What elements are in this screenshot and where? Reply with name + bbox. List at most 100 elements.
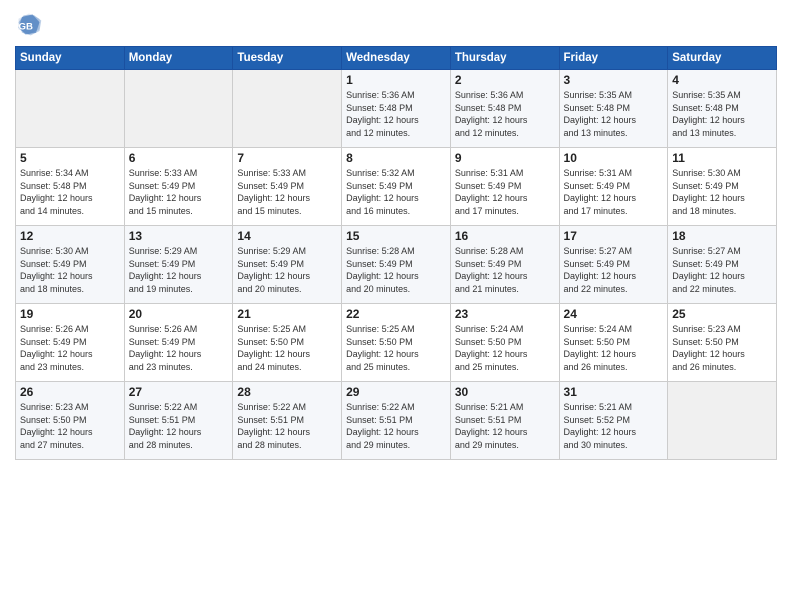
day-info: Sunrise: 5:36 AMSunset: 5:48 PMDaylight:… [455, 89, 555, 139]
page: GB SundayMondayTuesdayWednesdayThursdayF… [0, 0, 792, 612]
calendar-table: SundayMondayTuesdayWednesdayThursdayFrid… [15, 46, 777, 460]
calendar-cell-2-4: 8 Sunrise: 5:32 AMSunset: 5:49 PMDaylight… [342, 148, 451, 226]
day-number: 22 [346, 307, 446, 321]
week-row-2: 5 Sunrise: 5:34 AMSunset: 5:48 PMDaylight… [16, 148, 777, 226]
day-info: Sunrise: 5:35 AMSunset: 5:48 PMDaylight:… [672, 89, 772, 139]
weekday-header-thursday: Thursday [450, 47, 559, 70]
day-info: Sunrise: 5:24 AMSunset: 5:50 PMDaylight:… [564, 323, 664, 373]
calendar-cell-1-3 [233, 70, 342, 148]
weekday-header-monday: Monday [124, 47, 233, 70]
day-info: Sunrise: 5:21 AMSunset: 5:51 PMDaylight:… [455, 401, 555, 451]
day-number: 7 [237, 151, 337, 165]
calendar-cell-5-3: 28 Sunrise: 5:22 AMSunset: 5:51 PMDayligh… [233, 382, 342, 460]
calendar-cell-5-5: 30Sunrise: 5:21 AMSunset: 5:51 PMDayligh… [450, 382, 559, 460]
day-number: 11 [672, 151, 772, 165]
day-number: 29 [346, 385, 446, 399]
day-info: Sunrise: 5:28 AMSunset: 5:49 PMDaylight:… [346, 245, 446, 295]
week-row-5: 26 Sunrise: 5:23 AMSunset: 5:50 PMDayligh… [16, 382, 777, 460]
calendar-cell-1-6: 3 Sunrise: 5:35 AMSunset: 5:48 PMDaylight… [559, 70, 668, 148]
calendar-cell-2-1: 5 Sunrise: 5:34 AMSunset: 5:48 PMDaylight… [16, 148, 125, 226]
day-info: Sunrise: 5:30 AMSunset: 5:49 PMDaylight:… [672, 167, 772, 217]
day-info: Sunrise: 5:22 AMSunset: 5:51 PMDaylight:… [129, 401, 229, 451]
calendar-cell-4-7: 25Sunrise: 5:23 AMSunset: 5:50 PMDayligh… [668, 304, 777, 382]
calendar-cell-5-2: 27 Sunrise: 5:22 AMSunset: 5:51 PMDayligh… [124, 382, 233, 460]
day-number: 4 [672, 73, 772, 87]
day-number: 27 [129, 385, 229, 399]
day-number: 31 [564, 385, 664, 399]
logo-icon: GB [15, 10, 43, 38]
weekday-header-wednesday: Wednesday [342, 47, 451, 70]
calendar-cell-1-1 [16, 70, 125, 148]
day-number: 6 [129, 151, 229, 165]
calendar-cell-3-7: 18 Sunrise: 5:27 AMSunset: 5:49 PMDayligh… [668, 226, 777, 304]
day-info: Sunrise: 5:33 AMSunset: 5:49 PMDaylight:… [129, 167, 229, 217]
calendar-cell-4-6: 24 Sunrise: 5:24 AMSunset: 5:50 PMDayligh… [559, 304, 668, 382]
day-number: 10 [564, 151, 664, 165]
day-number: 26 [20, 385, 120, 399]
day-info: Sunrise: 5:22 AMSunset: 5:51 PMDaylight:… [237, 401, 337, 451]
day-info: Sunrise: 5:22 AMSunset: 5:51 PMDaylight:… [346, 401, 446, 451]
calendar-cell-2-3: 7Sunrise: 5:33 AMSunset: 5:49 PMDaylight… [233, 148, 342, 226]
day-number: 20 [129, 307, 229, 321]
calendar-cell-1-7: 4 Sunrise: 5:35 AMSunset: 5:48 PMDaylight… [668, 70, 777, 148]
calendar-cell-5-6: 31Sunrise: 5:21 AMSunset: 5:52 PMDayligh… [559, 382, 668, 460]
calendar-cell-5-7 [668, 382, 777, 460]
logo: GB [15, 10, 47, 38]
calendar-cell-3-6: 17 Sunrise: 5:27 AMSunset: 5:49 PMDayligh… [559, 226, 668, 304]
calendar-cell-1-4: 1 Sunrise: 5:36 AMSunset: 5:48 PMDaylight… [342, 70, 451, 148]
week-row-4: 19 Sunrise: 5:26 AMSunset: 5:49 PMDayligh… [16, 304, 777, 382]
calendar-cell-3-5: 16 Sunrise: 5:28 AMSunset: 5:49 PMDayligh… [450, 226, 559, 304]
day-number: 23 [455, 307, 555, 321]
calendar-cell-5-4: 29 Sunrise: 5:22 AMSunset: 5:51 PMDayligh… [342, 382, 451, 460]
day-info: Sunrise: 5:27 AMSunset: 5:49 PMDaylight:… [672, 245, 772, 295]
day-number: 18 [672, 229, 772, 243]
day-number: 16 [455, 229, 555, 243]
day-number: 9 [455, 151, 555, 165]
calendar-cell-2-6: 10Sunrise: 5:31 AMSunset: 5:49 PMDayligh… [559, 148, 668, 226]
weekday-header-tuesday: Tuesday [233, 47, 342, 70]
day-info: Sunrise: 5:23 AMSunset: 5:50 PMDaylight:… [20, 401, 120, 451]
day-number: 24 [564, 307, 664, 321]
calendar-cell-3-3: 14Sunrise: 5:29 AMSunset: 5:49 PMDayligh… [233, 226, 342, 304]
day-info: Sunrise: 5:24 AMSunset: 5:50 PMDaylight:… [455, 323, 555, 373]
day-number: 2 [455, 73, 555, 87]
calendar-cell-3-1: 12Sunrise: 5:30 AMSunset: 5:49 PMDayligh… [16, 226, 125, 304]
day-info: Sunrise: 5:36 AMSunset: 5:48 PMDaylight:… [346, 89, 446, 139]
day-info: Sunrise: 5:28 AMSunset: 5:49 PMDaylight:… [455, 245, 555, 295]
day-number: 25 [672, 307, 772, 321]
weekday-header-row: SundayMondayTuesdayWednesdayThursdayFrid… [16, 47, 777, 70]
calendar-cell-1-5: 2 Sunrise: 5:36 AMSunset: 5:48 PMDaylight… [450, 70, 559, 148]
day-number: 1 [346, 73, 446, 87]
calendar-cell-2-2: 6 Sunrise: 5:33 AMSunset: 5:49 PMDaylight… [124, 148, 233, 226]
calendar-cell-3-2: 13Sunrise: 5:29 AMSunset: 5:49 PMDayligh… [124, 226, 233, 304]
calendar-cell-2-5: 9 Sunrise: 5:31 AMSunset: 5:49 PMDaylight… [450, 148, 559, 226]
calendar-cell-5-1: 26 Sunrise: 5:23 AMSunset: 5:50 PMDayligh… [16, 382, 125, 460]
day-info: Sunrise: 5:25 AMSunset: 5:50 PMDaylight:… [237, 323, 337, 373]
day-info: Sunrise: 5:34 AMSunset: 5:48 PMDaylight:… [20, 167, 120, 217]
header: GB [15, 10, 777, 38]
day-info: Sunrise: 5:27 AMSunset: 5:49 PMDaylight:… [564, 245, 664, 295]
calendar-cell-4-1: 19 Sunrise: 5:26 AMSunset: 5:49 PMDayligh… [16, 304, 125, 382]
day-number: 21 [237, 307, 337, 321]
day-info: Sunrise: 5:26 AMSunset: 5:49 PMDaylight:… [129, 323, 229, 373]
day-info: Sunrise: 5:26 AMSunset: 5:49 PMDaylight:… [20, 323, 120, 373]
day-info: Sunrise: 5:31 AMSunset: 5:49 PMDaylight:… [455, 167, 555, 217]
day-number: 19 [20, 307, 120, 321]
calendar-cell-2-7: 11 Sunrise: 5:30 AMSunset: 5:49 PMDayligh… [668, 148, 777, 226]
day-number: 28 [237, 385, 337, 399]
week-row-3: 12Sunrise: 5:30 AMSunset: 5:49 PMDayligh… [16, 226, 777, 304]
day-number: 3 [564, 73, 664, 87]
day-number: 8 [346, 151, 446, 165]
calendar-cell-4-2: 20 Sunrise: 5:26 AMSunset: 5:49 PMDayligh… [124, 304, 233, 382]
day-info: Sunrise: 5:32 AMSunset: 5:49 PMDaylight:… [346, 167, 446, 217]
calendar-cell-4-4: 22Sunrise: 5:25 AMSunset: 5:50 PMDayligh… [342, 304, 451, 382]
calendar-cell-4-5: 23 Sunrise: 5:24 AMSunset: 5:50 PMDayligh… [450, 304, 559, 382]
weekday-header-friday: Friday [559, 47, 668, 70]
day-number: 5 [20, 151, 120, 165]
day-info: Sunrise: 5:29 AMSunset: 5:49 PMDaylight:… [129, 245, 229, 295]
day-info: Sunrise: 5:35 AMSunset: 5:48 PMDaylight:… [564, 89, 664, 139]
calendar-cell-3-4: 15Sunrise: 5:28 AMSunset: 5:49 PMDayligh… [342, 226, 451, 304]
svg-text:GB: GB [19, 21, 33, 32]
day-info: Sunrise: 5:30 AMSunset: 5:49 PMDaylight:… [20, 245, 120, 295]
day-number: 17 [564, 229, 664, 243]
